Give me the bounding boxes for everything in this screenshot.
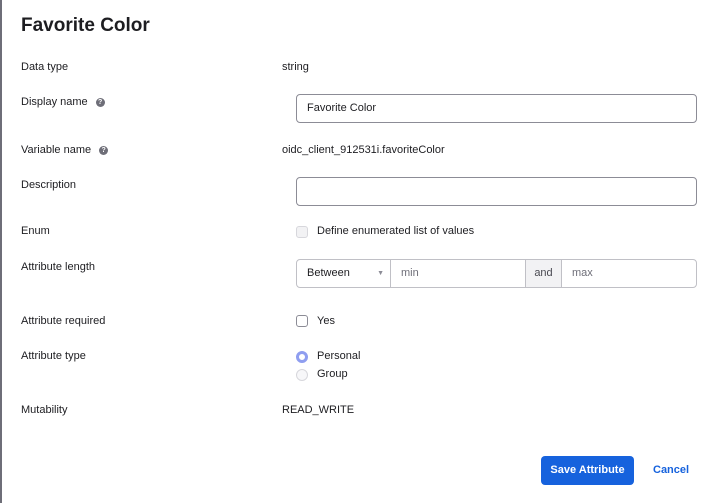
description-label: Description [21,179,77,191]
description-input[interactable] [296,177,697,206]
enum-checkbox[interactable] [296,226,308,238]
length-select-value: Between [307,267,350,279]
help-icon[interactable]: ? [99,146,109,155]
length-select[interactable]: Between ▼ [297,260,391,287]
variable-name-label-text: Variable name [21,144,92,156]
mutability-label: Mutability [21,404,68,416]
variable-name-value: oidc_client_912531i.favoriteColor [282,144,445,156]
page-title: Favorite Color [21,15,150,36]
chevron-down-icon: ▼ [377,270,384,277]
personal-option-label: Personal [317,350,361,362]
attribute-type-label: Attribute type [21,350,86,362]
data-type-label: Data type [21,61,69,73]
and-label: and [525,260,562,287]
enum-label: Enum [21,225,50,237]
variable-name-label: Variable name? [21,144,109,156]
mutability-value: READ_WRITE [282,404,355,416]
required-option-label: Yes [317,315,335,327]
group-option-label: Group [317,368,348,380]
attribute-length-group: Between ▼ min and max [296,259,697,288]
group-radio[interactable] [296,369,308,381]
attribute-required-label: Attribute required [21,315,106,327]
help-icon[interactable]: ? [95,98,105,107]
required-checkbox[interactable] [296,315,308,327]
cancel-button[interactable]: Cancel [653,464,689,476]
display-name-input[interactable]: Favorite Color [296,94,697,123]
personal-radio[interactable] [296,351,308,363]
data-type-value: string [282,61,309,73]
display-name-label: Display name? [21,96,105,108]
min-input[interactable]: min [391,260,525,287]
max-input[interactable]: max [562,260,696,287]
save-attribute-button[interactable]: Save Attribute [541,456,634,485]
enum-option-label: Define enumerated list of values [317,225,475,237]
attribute-length-label: Attribute length [21,261,95,273]
display-name-label-text: Display name [21,96,88,108]
